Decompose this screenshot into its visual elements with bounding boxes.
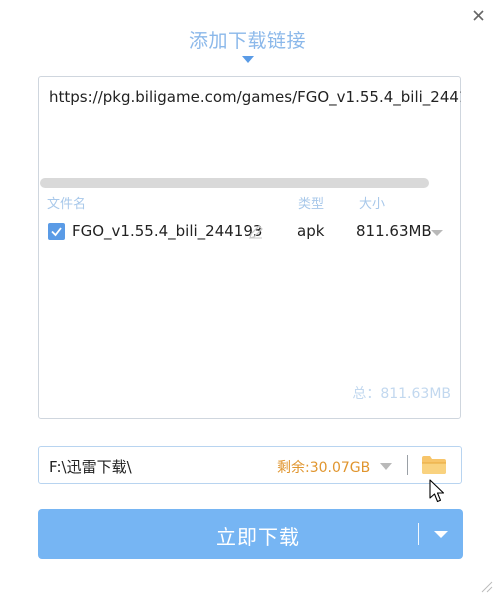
chevron-down-icon bbox=[434, 531, 448, 538]
resize-grip-icon[interactable] bbox=[479, 579, 493, 593]
dialog-header: 添加下载链接 bbox=[0, 26, 495, 63]
title-caret-icon bbox=[241, 56, 254, 63]
file-name: FGO_v1.55.4_bili_244193 bbox=[72, 222, 263, 240]
dialog-title: 添加下载链接 bbox=[188, 30, 306, 52]
download-options-dropdown[interactable] bbox=[419, 509, 463, 559]
divider bbox=[407, 455, 408, 475]
horizontal-scrollbar[interactable] bbox=[40, 178, 429, 188]
checkmark-icon bbox=[51, 227, 62, 237]
download-now-button[interactable]: 立即下载 bbox=[38, 509, 463, 559]
column-header-type: 类型 bbox=[298, 197, 325, 212]
save-path-input[interactable]: F:\迅雷下载\ bbox=[49, 456, 132, 477]
save-path-field[interactable]: F:\迅雷下载\ 剩余:30.07GB bbox=[38, 446, 462, 484]
close-button[interactable] bbox=[469, 6, 489, 26]
browse-folder-button[interactable] bbox=[420, 453, 448, 477]
folder-icon bbox=[422, 456, 446, 474]
chevron-down-icon[interactable] bbox=[431, 230, 443, 236]
path-history-dropdown[interactable] bbox=[380, 463, 392, 470]
table-row[interactable]: FGO_v1.55.4_bili_244193 apk 811.63MB bbox=[39, 219, 460, 245]
column-header-size: 大小 bbox=[359, 197, 386, 212]
pencil-icon bbox=[249, 225, 263, 239]
free-space-label: 剩余:30.07GB bbox=[277, 460, 371, 476]
link-panel[interactable]: https://pkg.biligame.com/games/FGO_v1.55… bbox=[38, 76, 461, 419]
file-size: 811.63MB bbox=[356, 222, 432, 240]
add-download-dialog: 添加下载链接 https://pkg.biligame.com/games/FG… bbox=[0, 0, 495, 595]
url-input[interactable]: https://pkg.biligame.com/games/FGO_v1.55… bbox=[49, 88, 461, 106]
file-type: apk bbox=[297, 222, 325, 240]
file-checkbox[interactable] bbox=[48, 223, 65, 240]
total-size: 总：811.63MB bbox=[352, 386, 451, 402]
edit-name-button[interactable] bbox=[247, 223, 265, 241]
download-now-label: 立即下载 bbox=[216, 525, 300, 549]
column-header-name: 文件名 bbox=[47, 197, 87, 212]
mouse-cursor-icon bbox=[429, 479, 445, 503]
close-icon bbox=[473, 10, 484, 21]
